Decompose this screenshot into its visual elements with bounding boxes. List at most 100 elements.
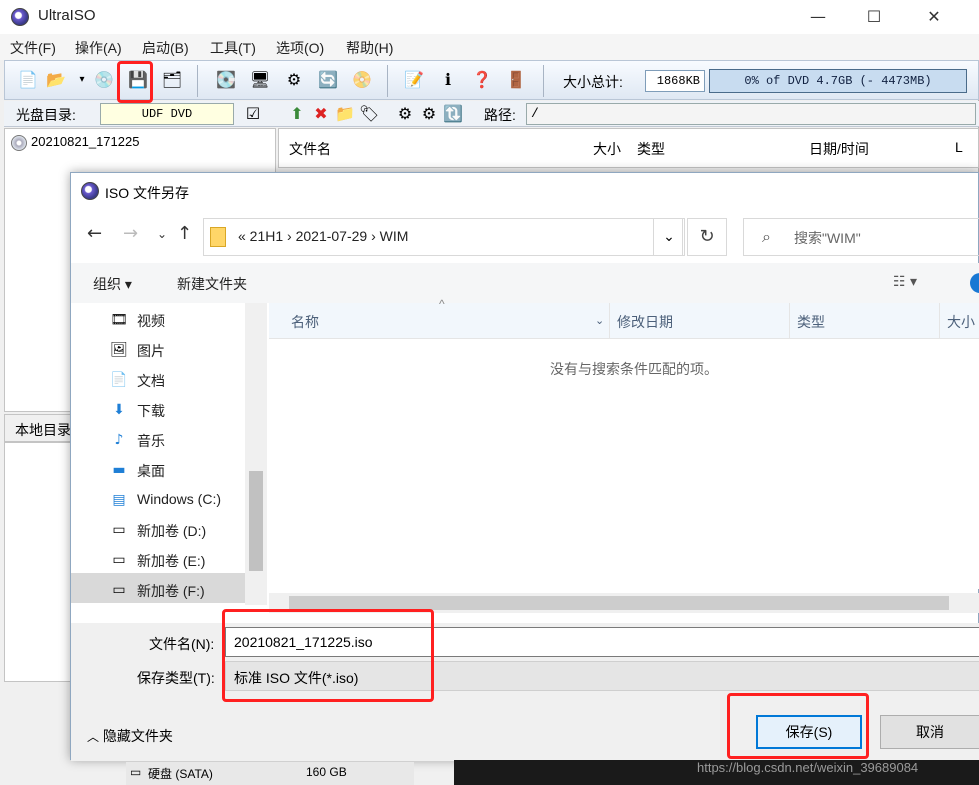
command-bar: 组织 ▾ 新建文件夹 ☷ ▾ (71, 263, 979, 303)
col-extra[interactable]: L (955, 139, 963, 155)
col-size-dialog[interactable]: 大小 (947, 312, 975, 332)
nav-item-drive-f[interactable]: 新加卷 (F:) (137, 581, 205, 601)
tree-root-item[interactable]: 20210821_171225 (11, 134, 139, 151)
save-as-icon[interactable]: 🗂 (161, 69, 183, 91)
menu-tools[interactable]: 工具(T) (210, 38, 256, 58)
file-list-area: 名称 ^ ⌄ 修改日期 类型 大小 没有与搜索条件匹配的项。 (269, 297, 979, 613)
virtual-drive-icon[interactable]: 📀 (351, 69, 373, 91)
nav-item-pictures[interactable]: 图片 (137, 341, 165, 361)
organize-button[interactable]: 组织 ▾ (93, 274, 132, 294)
refresh-tool-icon[interactable]: 🔃 (442, 103, 464, 125)
nav-item-documents[interactable]: 文档 (137, 371, 165, 391)
menu-actions[interactable]: 操作(A) (75, 38, 122, 58)
info-icon[interactable]: ℹ (437, 69, 459, 91)
minimize-button[interactable]: — (795, 0, 841, 34)
extract-icon[interactable]: 💿 (93, 69, 115, 91)
new-icon[interactable]: 📄 (17, 69, 39, 91)
col-type[interactable]: 类型 (637, 139, 665, 159)
size-total-value: 1868KB (645, 70, 705, 92)
nav-item-music[interactable]: 音乐 (137, 431, 165, 451)
nav-scrollbar[interactable] (245, 303, 267, 605)
search-placeholder: 搜索"WIM" (794, 230, 861, 246)
col-datetime[interactable]: 日期/时间 (809, 139, 869, 159)
close-button[interactable]: ✕ (911, 0, 957, 34)
empty-message: 没有与搜索条件匹配的项。 (550, 361, 718, 377)
new-folder-button[interactable]: 新建文件夹 (177, 274, 247, 294)
maximize-button[interactable]: ☐ (851, 0, 897, 34)
menu-file[interactable]: 文件(F) (10, 38, 56, 58)
filename-label: 文件名(N): (149, 636, 215, 652)
hide-folders-toggle[interactable]: ︿ 隐藏文件夹 (87, 726, 173, 746)
open-dropdown-icon[interactable]: ▾ (71, 69, 93, 91)
music-icon: ♪ (114, 432, 124, 448)
annotation-save-button (727, 693, 869, 759)
add-files-icon[interactable]: ⚙ (394, 103, 416, 125)
capacity-text: 0% of DVD 4.7GB (- 4473MB) (744, 74, 932, 88)
navigation-row: ← → ⌄ ↑ « 21H1 › 2021-07-29 › WIM ⌄ ↻ ⌕ … (71, 213, 979, 261)
convert-icon[interactable]: 🔄 (317, 69, 339, 91)
col-filename[interactable]: 文件名 (289, 139, 331, 159)
path-field[interactable]: / (526, 103, 976, 125)
sort-up-icon: ^ (439, 297, 445, 311)
help-icon[interactable]: ❓ (471, 69, 493, 91)
nav-scroll-thumb[interactable] (249, 471, 263, 571)
compress-icon[interactable]: ⚙ (283, 69, 305, 91)
nav-item-downloads[interactable]: 下载 (137, 401, 165, 421)
forward-arrow-icon[interactable]: → (123, 223, 138, 244)
nav-item-drive-e[interactable]: 新加卷 (E:) (137, 551, 205, 571)
document-icon: 📄 (110, 372, 128, 388)
help-icon-button[interactable] (970, 273, 979, 293)
view-options-icon[interactable]: ☷ ▾ (893, 274, 917, 290)
up-level-icon[interactable]: ⬆ (286, 103, 308, 125)
col-type-dialog[interactable]: 类型 (797, 312, 825, 332)
up-arrow-icon[interactable]: ↑ (177, 223, 192, 244)
exit-icon[interactable]: 🚪 (505, 69, 527, 91)
nav-item-drive-c[interactable]: Windows (C:) (137, 491, 221, 507)
video-icon: 🎞 (110, 312, 128, 328)
delete-icon[interactable]: ✖ (310, 103, 332, 125)
menu-options[interactable]: 选项(O) (276, 38, 324, 58)
drive-d-icon: ▭ (112, 522, 126, 538)
refresh-icon[interactable]: ↻ (687, 218, 727, 256)
back-arrow-icon[interactable]: ← (87, 223, 102, 244)
search-input[interactable]: ⌕ 搜索"WIM" (743, 218, 979, 256)
burn-icon[interactable]: 💽 (215, 69, 237, 91)
col-modified-date[interactable]: 修改日期 (617, 312, 673, 332)
navigation-pane: 🎞 视频 🖼 图片 📄 文档 ⬇ 下载 ♪ 音乐 ▬ 桌面 ▤ Windows … (71, 303, 267, 605)
col-size[interactable]: 大小 (593, 139, 621, 159)
search-icon: ⌕ (762, 227, 771, 246)
col-name[interactable]: 名称 (291, 312, 319, 332)
nav-item-videos[interactable]: 视频 (137, 311, 165, 331)
nav-item-drive-d[interactable]: 新加卷 (D:) (137, 521, 206, 541)
address-bar[interactable]: « 21H1 › 2021-07-29 › WIM (203, 218, 683, 256)
horizontal-scroll-thumb[interactable] (289, 596, 949, 610)
new-folder-tool-icon[interactable]: 📁 (334, 103, 356, 125)
cancel-button[interactable]: 取消 (880, 715, 979, 749)
disc-icon (11, 134, 27, 151)
filetype-label: 保存类型(T): (137, 670, 215, 686)
menu-boot[interactable]: 启动(B) (142, 38, 189, 58)
recent-dropdown-icon[interactable]: ⌄ (157, 227, 167, 241)
address-dropdown-icon[interactable]: ⌄ (653, 218, 685, 256)
ultraiso-app-icon (11, 8, 29, 26)
annotation-save-icon (117, 61, 153, 103)
open-icon[interactable]: 📂 (45, 69, 67, 91)
rename-icon[interactable]: 🏷 (358, 103, 380, 125)
volume-name-field[interactable]: UDF DVD (100, 103, 234, 125)
hdd-icon: ▭ (130, 765, 142, 779)
disk-name: 硬盘 (SATA) (148, 767, 213, 781)
hide-folders-label: 隐藏文件夹 (102, 728, 173, 744)
capacity-bar[interactable]: 0% of DVD 4.7GB (- 4473MB) (709, 69, 967, 93)
breadcrumb[interactable]: « 21H1 › 2021-07-29 › WIM (238, 228, 408, 244)
disc-directory-label: 光盘目录: (16, 107, 76, 123)
settings-icon[interactable]: ⚙ (418, 103, 440, 125)
disk-row: ▭ 硬盘 (SATA) 160 GB (126, 762, 414, 785)
annotation-filename-fields (222, 609, 434, 702)
column-dropdown-icon[interactable]: ⌄ (595, 314, 604, 327)
properties-icon[interactable]: 📝 (403, 69, 425, 91)
drive-f-icon: ▭ (112, 582, 126, 598)
nav-item-desktop[interactable]: 桌面 (137, 461, 165, 481)
menu-help[interactable]: 帮助(H) (346, 38, 393, 58)
mount-icon[interactable]: 🖥 (249, 69, 271, 91)
edit-volume-icon[interactable]: ☑ (242, 103, 264, 125)
